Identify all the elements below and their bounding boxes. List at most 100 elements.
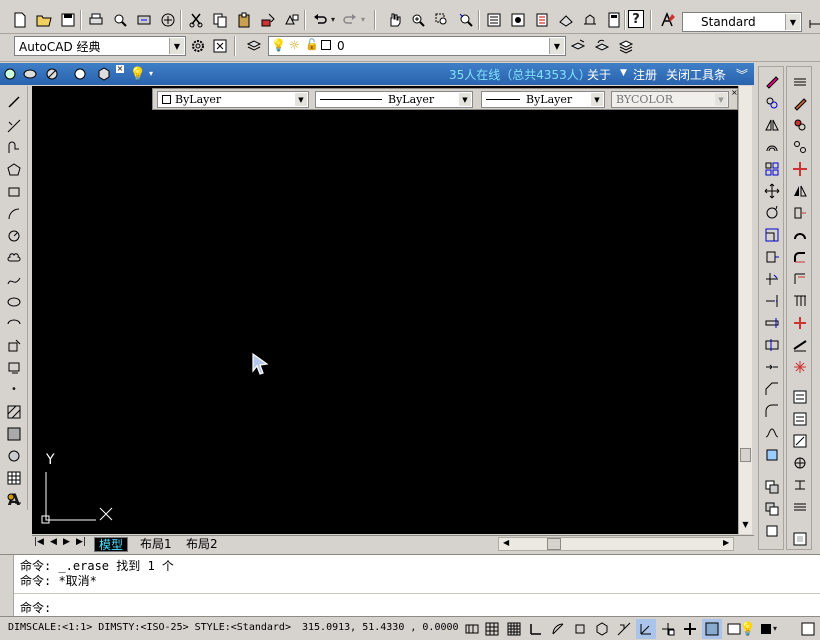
dim-baseline-icon[interactable] xyxy=(790,269,810,289)
chamfer-icon[interactable] xyxy=(762,379,782,399)
fullscreen-icon[interactable] xyxy=(798,619,818,639)
zoom-previous-icon[interactable] xyxy=(456,10,476,30)
dynamic-ucs-icon[interactable] xyxy=(636,619,656,639)
scale-icon[interactable] xyxy=(762,225,782,245)
color-combo[interactable]: ByLayer ▼ xyxy=(157,91,309,108)
insert-block-icon[interactable] xyxy=(4,336,24,356)
chevron-down-icon[interactable]: ▾ xyxy=(146,64,156,84)
sheet-set-icon[interactable] xyxy=(556,10,576,30)
dim-aligned-icon[interactable] xyxy=(790,93,810,113)
lightbulb-icon[interactable]: 💡 xyxy=(738,619,758,639)
tool-d-icon[interactable] xyxy=(70,64,90,84)
lineweight-combo[interactable]: ByLayer ▼ xyxy=(481,91,605,108)
polar-tracking-icon[interactable] xyxy=(548,619,568,639)
block-editor-icon[interactable] xyxy=(282,10,302,30)
lightbulb-icon[interactable]: 💡 xyxy=(128,64,148,84)
dim-jogged-icon[interactable] xyxy=(790,181,810,201)
markup-icon[interactable] xyxy=(580,10,600,30)
dim-style-icon[interactable] xyxy=(790,497,810,517)
bring-front-icon[interactable] xyxy=(762,499,782,519)
tab-prev-icon[interactable]: ◀ xyxy=(50,537,57,547)
tab-first-icon[interactable]: |◀ xyxy=(34,537,44,547)
tool-palettes-icon[interactable] xyxy=(532,10,552,30)
paste-icon[interactable] xyxy=(234,10,254,30)
workspace-combo[interactable]: AutoCAD 经典 ▼ xyxy=(14,36,186,56)
tool-b-icon[interactable] xyxy=(20,64,40,84)
break-icon[interactable] xyxy=(762,335,782,355)
tab-layout2[interactable]: 布局2 xyxy=(182,537,222,552)
publish-icon[interactable] xyxy=(134,10,154,30)
redo-dropdown-icon[interactable]: ▾ xyxy=(358,10,368,30)
dim-arc-icon[interactable] xyxy=(790,115,810,135)
inspect-icon[interactable] xyxy=(790,387,810,407)
help-icon[interactable]: ? xyxy=(628,10,644,28)
drawing-canvas[interactable]: Y xyxy=(32,86,738,534)
polyline-icon[interactable] xyxy=(4,138,24,158)
dim-linear-icon[interactable] xyxy=(790,71,810,91)
chevron-double-down-icon[interactable]: ︾ xyxy=(736,66,748,83)
tool-a-icon[interactable] xyxy=(0,64,20,84)
tab-model[interactable]: 模型 xyxy=(94,537,129,552)
snap-mode-icon[interactable] xyxy=(482,619,502,639)
lineweight-toggle-icon[interactable] xyxy=(680,619,700,639)
preview-icon[interactable] xyxy=(110,10,130,30)
scroll-left-icon[interactable]: ◀ xyxy=(503,538,509,547)
close-icon[interactable]: × xyxy=(731,89,738,97)
tool-e-icon[interactable] xyxy=(94,64,114,84)
dim-text-edit-icon[interactable] xyxy=(790,453,810,473)
about-link[interactable]: 关于 xyxy=(587,66,611,83)
rectangle-icon[interactable] xyxy=(4,182,24,202)
pan-icon[interactable] xyxy=(384,10,404,30)
text-style-icon[interactable] xyxy=(658,10,678,30)
calculator-icon[interactable] xyxy=(604,10,624,30)
zoom-window-icon[interactable] xyxy=(432,10,452,30)
horizontal-scroll-thumb[interactable] xyxy=(547,538,561,550)
scroll-down-icon[interactable]: ▼ xyxy=(740,520,751,532)
draw-order-icon[interactable] xyxy=(762,477,782,497)
close-icon[interactable]: × xyxy=(116,65,124,73)
dim-angular-icon[interactable] xyxy=(790,225,810,245)
layer-combo[interactable]: 💡 ☼ 🔓 0 ▼ xyxy=(268,36,566,56)
gradient-icon[interactable] xyxy=(4,424,24,444)
stretch-icon[interactable] xyxy=(762,247,782,267)
add-selected-icon[interactable] xyxy=(4,490,24,510)
dim-continue-icon[interactable] xyxy=(790,291,810,311)
arc-icon[interactable] xyxy=(4,204,24,224)
offset-icon[interactable] xyxy=(762,137,782,157)
layer-previous-icon[interactable] xyxy=(592,36,612,56)
object-snap-tracking-icon[interactable] xyxy=(614,619,634,639)
register-link[interactable]: 注册 xyxy=(633,66,657,83)
open-file-icon[interactable] xyxy=(34,10,54,30)
text-style-combo[interactable]: Standard ▼ xyxy=(682,12,802,32)
scroll-right-icon[interactable]: ▶ xyxy=(723,538,729,547)
extend-icon[interactable] xyxy=(762,291,782,311)
zoom-realtime-icon[interactable] xyxy=(408,10,428,30)
transparency-icon[interactable] xyxy=(702,619,722,639)
linetype-combo[interactable]: ByLayer ▼ xyxy=(315,91,473,108)
command-prompt[interactable]: 命令: xyxy=(20,599,51,616)
ortho-mode-icon[interactable] xyxy=(526,619,546,639)
ellipse-arc-icon[interactable] xyxy=(4,314,24,334)
object-snap-icon[interactable] xyxy=(570,619,590,639)
vertical-scroll-thumb[interactable] xyxy=(740,448,751,462)
undo-icon[interactable] xyxy=(310,10,330,30)
trim-icon[interactable] xyxy=(762,269,782,289)
erase-icon[interactable] xyxy=(762,71,782,91)
tolerance-icon[interactable] xyxy=(790,357,810,377)
layer-states-icon[interactable] xyxy=(616,36,636,56)
line-icon[interactable] xyxy=(4,92,24,112)
spline-icon[interactable] xyxy=(4,270,24,290)
layer-properties-icon[interactable] xyxy=(244,36,264,56)
new-file-icon[interactable] xyxy=(10,10,30,30)
construction-line-icon[interactable] xyxy=(4,116,24,136)
region-icon[interactable] xyxy=(4,446,24,466)
save-icon[interactable] xyxy=(58,10,78,30)
vertical-scrollbar[interactable]: ▼ xyxy=(738,86,752,534)
copy-icon[interactable] xyxy=(210,10,230,30)
print-icon[interactable] xyxy=(86,10,106,30)
3d-object-snap-icon[interactable] xyxy=(592,619,612,639)
dim-radius-icon[interactable] xyxy=(790,159,810,179)
join-icon[interactable] xyxy=(762,357,782,377)
make-block-icon[interactable] xyxy=(4,358,24,378)
redo-icon[interactable] xyxy=(340,10,360,30)
